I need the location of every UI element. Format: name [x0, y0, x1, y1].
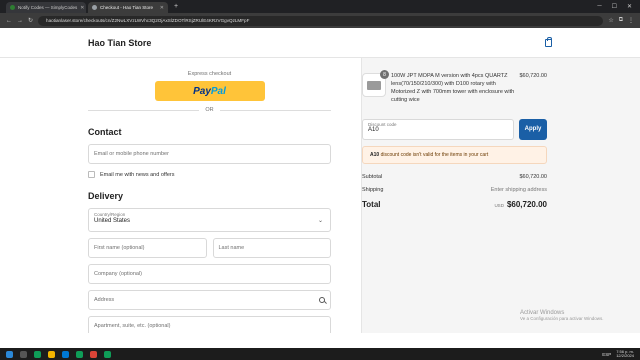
edge-icon[interactable]: [62, 350, 69, 358]
tab-close-icon[interactable]: ✕: [80, 5, 84, 11]
browser-tab-1[interactable]: Notify Codes — SimplyCodes ✕: [6, 2, 86, 13]
newsletter-checkbox[interactable]: [88, 171, 95, 178]
newsletter-checkbox-row[interactable]: Email me with news and offers: [88, 171, 331, 178]
close-window-icon[interactable]: ✕: [627, 3, 632, 10]
forward-icon[interactable]: →: [17, 18, 23, 24]
window-controls: ─ ☐ ✕: [597, 3, 640, 10]
checkout-main: Express checkout Pay Pal OR Contact Email…: [0, 58, 640, 333]
or-divider: OR: [88, 107, 331, 113]
paypal-logo-pay: Pay: [193, 85, 211, 97]
last-name-field[interactable]: Last name: [212, 238, 331, 258]
system-tray: ESP 7:56 p. m. 12/2/2024: [602, 349, 634, 359]
tab-title: Checkout - Hao Tian Store: [100, 5, 154, 10]
browser-tab-strip: Notify Codes — SimplyCodes ✕ Checkout - …: [0, 0, 640, 13]
chrome-icon[interactable]: [90, 350, 97, 358]
product-thumbnail: 8: [362, 70, 389, 97]
clock-date: 12/2/2024: [616, 353, 634, 358]
discount-warning: A10 discount code isn't valid for the it…: [362, 145, 547, 164]
checkout-form: Express checkout Pay Pal OR Contact Email…: [0, 58, 362, 333]
first-name-field[interactable]: First name (optional): [88, 238, 207, 258]
address-bar[interactable]: haotianlaser.store/checkouts/cn/Z2NwLXVz…: [38, 15, 604, 26]
subtotal-row: Subtotal $60,720.00: [362, 174, 547, 180]
tab-favicon-icon: [10, 5, 15, 10]
browser-tab-2[interactable]: Checkout - Hao Tian Store ✕: [88, 2, 168, 13]
browser-toolbar: ← → ↻ haotianlaser.store/checkouts/cn/Z2…: [0, 13, 640, 28]
product-description: 100W JPT MOPA M version with 4pcs QUARTZ…: [391, 73, 515, 103]
activate-subtitle: Ve a Configuración para activar Windows.: [520, 316, 604, 321]
maximize-icon[interactable]: ☐: [612, 3, 617, 10]
country-select[interactable]: Country/Region United States ⌄: [88, 208, 331, 232]
order-summary-content: 8 100W JPT MOPA M version with 4pcs QUAR…: [362, 70, 547, 209]
store-name[interactable]: Hao Tian Store: [88, 38, 151, 48]
start-icon[interactable]: [6, 350, 13, 358]
chrome-icon[interactable]: [34, 350, 41, 358]
order-summary: 8 100W JPT MOPA M version with 4pcs QUAR…: [362, 58, 640, 333]
chrome-icon[interactable]: [76, 350, 83, 358]
minimize-icon[interactable]: ─: [597, 3, 601, 10]
apartment-field[interactable]: Apartment, suite, etc. (optional): [88, 316, 331, 333]
shipping-value: Enter shipping address: [490, 186, 547, 193]
total-row: Total USD $60,720.00: [362, 200, 547, 209]
discount-code-input[interactable]: Discount code A10: [362, 118, 514, 140]
new-tab-icon[interactable]: +: [170, 3, 182, 10]
tab-favicon-icon: [92, 5, 97, 10]
country-value: United States: [94, 218, 131, 224]
email-field[interactable]: Email or mobile phone number: [88, 144, 331, 164]
extensions-icon[interactable]: ⧉: [619, 17, 623, 24]
newsletter-label: Email me with news and offers: [100, 171, 175, 178]
total-value: $60,720.00: [506, 199, 547, 209]
clock[interactable]: 7:56 p. m. 12/2/2024: [616, 349, 634, 359]
back-icon[interactable]: ←: [6, 18, 12, 24]
shipping-label: Shipping: [362, 186, 384, 193]
company-field[interactable]: Company (optional): [88, 264, 331, 284]
total-currency: USD: [494, 202, 504, 208]
search-taskbar-icon[interactable]: [20, 350, 27, 358]
total-label: Total: [362, 199, 381, 209]
contact-heading: Contact: [88, 127, 122, 137]
paypal-logo-pal: Pal: [210, 85, 226, 97]
or-text: OR: [205, 107, 214, 113]
totals: Subtotal $60,720.00 Shipping Enter shippin…: [362, 174, 547, 209]
name-row: First name (optional) Last name: [88, 238, 331, 258]
explorer-icon[interactable]: [48, 350, 55, 358]
discount-row: Discount code A10 Apply: [362, 118, 547, 140]
subtotal-value: $60,720.00: [519, 173, 547, 180]
express-checkout-label: Express checkout: [187, 71, 232, 77]
reload-icon[interactable]: ↻: [28, 17, 33, 24]
laser-machine-image: [367, 80, 381, 90]
store-header: Hao Tian Store: [0, 28, 640, 58]
windows-taskbar: ESP 7:56 p. m. 12/2/2024: [0, 348, 640, 360]
shipping-row: Shipping Enter shipping address: [362, 187, 547, 193]
menu-dots-icon[interactable]: ⋮: [628, 17, 634, 24]
product-price: $60,720.00: [519, 73, 547, 79]
delivery-heading: Delivery: [88, 191, 124, 201]
quantity-badge: 8: [380, 70, 389, 79]
chrome-icon[interactable]: [104, 350, 111, 358]
warning-text: discount code isn't valid for the items …: [379, 151, 489, 158]
address-placeholder: Address: [94, 297, 115, 303]
tab-title: Notify Codes — SimplyCodes: [18, 5, 78, 10]
tab-close-icon[interactable]: ✕: [160, 5, 164, 11]
shopping-bag-icon[interactable]: [545, 36, 552, 47]
discount-value: A10: [368, 126, 379, 133]
paypal-button[interactable]: Pay Pal: [154, 81, 265, 101]
chevron-down-icon: ⌄: [317, 218, 323, 224]
apply-button[interactable]: Apply: [519, 118, 547, 140]
language-indicator[interactable]: ESP: [602, 352, 611, 357]
line-item: 8 100W JPT MOPA M version with 4pcs QUAR…: [362, 70, 547, 105]
warning-code: A10: [370, 151, 380, 158]
address-field[interactable]: Address: [88, 290, 331, 310]
subtotal-label: Subtotal: [362, 173, 383, 180]
search-icon[interactable]: [319, 297, 325, 303]
windows-activation-watermark: Activar Windows Ve a Configuración para …: [520, 310, 604, 321]
country-label: Country/Region: [94, 212, 126, 217]
bookmark-star-icon[interactable]: ☆: [608, 17, 613, 24]
